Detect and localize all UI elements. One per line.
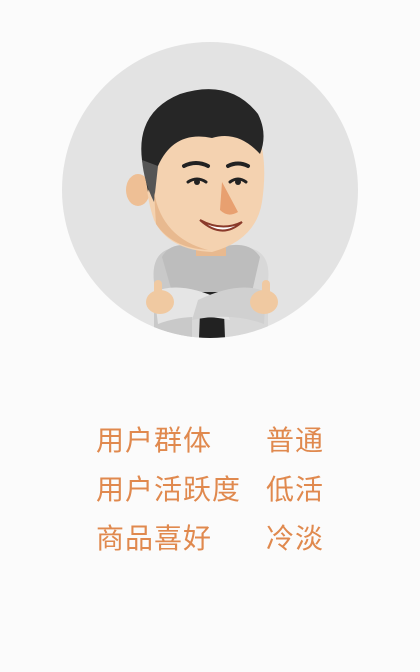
user-profile-tags: 用户群体 普通 用户活跃度 低活 商品喜好 冷淡 [96, 414, 336, 561]
tag-value: 普通 [266, 423, 325, 457]
tag-value: 冷淡 [266, 521, 325, 555]
tag-row-product-preference: 商品喜好 冷淡 [96, 512, 336, 561]
tag-label: 用户群体 [96, 423, 213, 457]
tag-row-user-activity: 用户活跃度 低活 [96, 463, 336, 512]
avatar [62, 42, 358, 338]
tag-label: 商品喜好 [96, 521, 213, 555]
cartoon-man-avatar-icon [126, 89, 278, 338]
tag-label: 用户活跃度 [96, 472, 242, 506]
tag-row-user-group: 用户群体 普通 [96, 414, 336, 463]
tag-value: 低活 [266, 472, 325, 506]
